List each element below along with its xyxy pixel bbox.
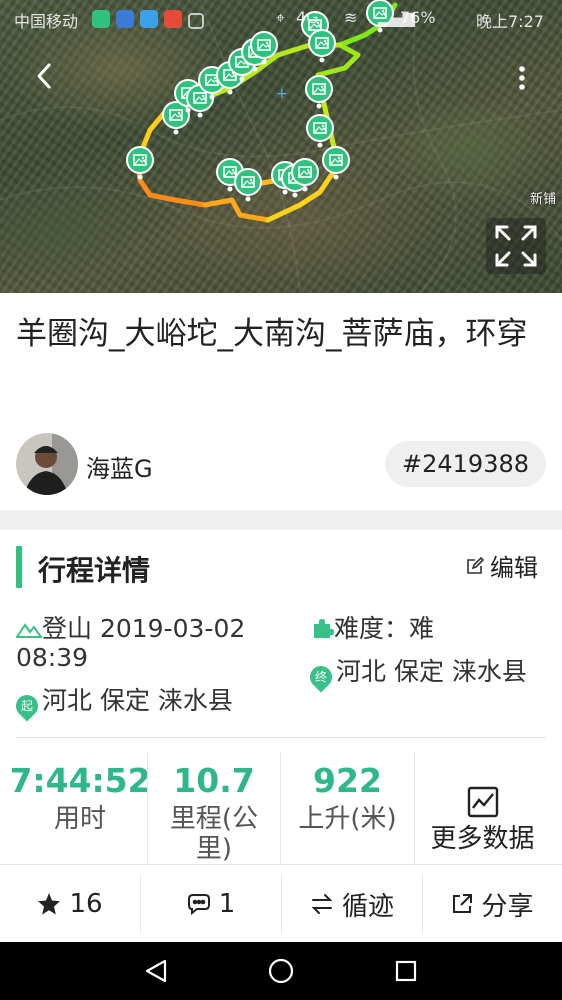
comment-button[interactable]: 1 <box>141 865 281 943</box>
mountain-icon <box>15 623 43 638</box>
nav-home-button[interactable] <box>259 950 303 992</box>
lock-icon <box>188 13 204 29</box>
duration-stat: 7:44:52 用时 <box>12 752 148 864</box>
distance-value: 10.7 <box>173 761 255 800</box>
more-data-button[interactable]: 更多数据 <box>415 752 550 864</box>
carrier-label: 中国移动 <box>14 12 79 31</box>
avatar[interactable] <box>16 433 78 495</box>
app-notification-icon <box>92 10 110 28</box>
follow-track-label: 循迹 <box>341 891 394 922</box>
edit-icon <box>467 556 484 574</box>
section-accent-bar <box>16 546 22 588</box>
map-center-marker: + <box>276 86 288 102</box>
start-marker-label: 起 <box>20 699 33 713</box>
star-icon <box>38 893 61 915</box>
duration-label: 用时 <box>53 804 106 834</box>
square-recents-icon <box>395 960 417 982</box>
nav-back-button[interactable] <box>134 950 178 992</box>
end-marker-label: 终 <box>314 670 327 684</box>
chevron-left-icon <box>37 63 51 89</box>
distance-label: 里程(公里) <box>169 804 259 864</box>
difficulty-label: 难度： <box>334 614 410 643</box>
comment-count: 1 <box>218 889 236 919</box>
end-location: 河北 保定 涞水县 <box>336 657 527 686</box>
message-icon <box>140 10 158 28</box>
trip-id-badge: #2419388 <box>385 441 546 487</box>
start-location: 河北 保定 涞水县 <box>42 686 233 715</box>
author-name[interactable]: 海蓝G <box>86 449 153 484</box>
swap-arrows-icon <box>311 894 333 914</box>
network-label: 4G <box>296 8 319 27</box>
edit-button[interactable]: 编辑 <box>466 548 538 583</box>
end-location-info: 终河北 保定 涞水县 <box>305 657 546 693</box>
section-divider <box>0 510 562 530</box>
trip-title: 羊圈沟_大峪坨_大南沟_菩萨庙，环穿 <box>16 316 528 352</box>
share-label: 分享 <box>481 891 534 922</box>
more-menu-button[interactable] <box>504 58 540 98</box>
photo-markers <box>126 0 394 203</box>
route-map[interactable]: + 新铺 中国移动 ⌖ 4G ≋ ▂▄▆ 76% 晚上7:27 <box>0 0 562 293</box>
expand-icon <box>495 225 537 267</box>
ascent-label: 上升(米) <box>298 804 397 834</box>
wifi-icon: ≋ <box>344 8 358 27</box>
shield-icon <box>116 10 134 28</box>
ascent-stat: 922 上升(米) <box>281 752 414 864</box>
triangle-back-icon <box>145 959 167 983</box>
edit-label: 编辑 <box>490 554 538 582</box>
comment-icon <box>187 894 210 915</box>
more-vertical-icon <box>519 66 525 90</box>
activity-info: 登山 2019-03-02 08:39 <box>15 614 286 672</box>
location-icon: ⌖ <box>276 8 286 27</box>
battery-label: 76% <box>400 8 436 27</box>
distance-stat: 10.7 里程(公里) <box>148 752 280 864</box>
end-pin-icon: 终 <box>305 661 337 693</box>
puzzle-icon <box>314 619 334 638</box>
map-notification-icon <box>164 10 182 28</box>
map-place-label: 新铺 <box>530 192 557 207</box>
circle-home-icon <box>268 958 294 984</box>
share-icon <box>453 894 473 913</box>
difficulty-value: 难 <box>409 614 435 643</box>
start-location-info: 起河北 保定 涞水县 <box>11 686 296 722</box>
status-bar: 中国移动 ⌖ 4G ≋ ▂▄▆ 76% 晚上7:27 <box>0 0 562 36</box>
stats-divider <box>16 737 546 738</box>
time-label: 晚上7:27 <box>476 12 544 31</box>
favorite-button[interactable]: 16 <box>0 865 140 943</box>
section-title: 行程详情 <box>38 554 151 587</box>
fullscreen-button[interactable] <box>486 218 546 274</box>
activity-type: 登山 <box>42 614 93 643</box>
chart-icon <box>467 786 498 818</box>
duration-value: 7:44:52 <box>12 761 148 800</box>
more-data-label: 更多数据 <box>430 824 535 854</box>
difficulty-info: 难度：难 <box>312 614 546 643</box>
favorite-count: 16 <box>69 889 103 919</box>
share-button[interactable]: 分享 <box>423 865 562 943</box>
back-button[interactable] <box>22 54 66 98</box>
start-pin-icon: 起 <box>11 690 43 722</box>
ascent-value: 922 <box>313 761 382 800</box>
follow-track-button[interactable]: 循迹 <box>282 865 422 943</box>
action-bar: 16 1 循迹 分享 <box>0 864 562 943</box>
system-navigation-bar <box>0 942 562 1000</box>
nav-recents-button[interactable] <box>384 950 428 992</box>
user-photo-icon <box>16 433 78 495</box>
